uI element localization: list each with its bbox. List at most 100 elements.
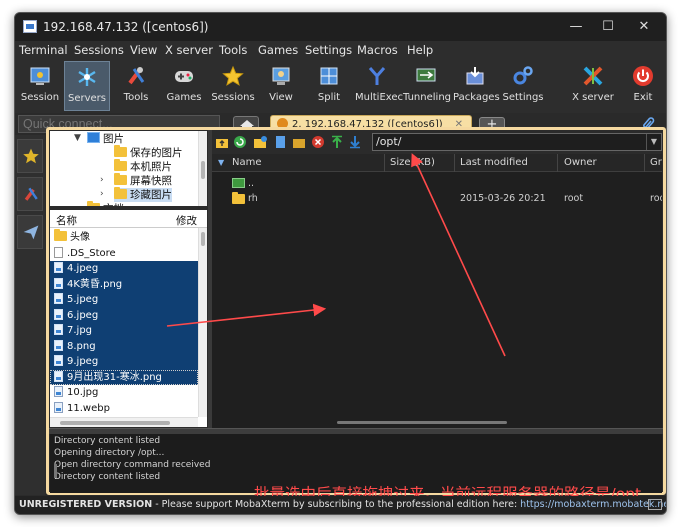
file-icon bbox=[54, 401, 63, 413]
local-file-row[interactable]: 8.png bbox=[50, 338, 198, 354]
menu-sessions[interactable]: Sessions bbox=[74, 43, 124, 57]
local-file-row[interactable]: 4.jpeg bbox=[50, 261, 198, 277]
column-name-header[interactable]: Name bbox=[232, 157, 262, 168]
app-logo-icon bbox=[23, 20, 37, 33]
file-icon bbox=[54, 355, 63, 366]
view-label: View bbox=[269, 92, 293, 103]
local-file-row[interactable]: 头像 bbox=[50, 229, 198, 246]
remote-list-hscrollbar[interactable] bbox=[212, 418, 662, 426]
sidetab-sftp[interactable] bbox=[17, 215, 43, 249]
local-file-row[interactable]: .DS_Store bbox=[50, 246, 198, 262]
new-folder-icon[interactable] bbox=[253, 135, 267, 149]
log-line: Open directory command received bbox=[54, 460, 211, 470]
tools-button[interactable]: Tools bbox=[114, 61, 158, 111]
tree-item-pictures[interactable]: 图片 bbox=[87, 132, 124, 146]
tree-item-screenshots[interactable]: 屏幕快照 bbox=[114, 173, 172, 188]
remote-row-rh[interactable]: rh 2015-03-26 20:21 root root bbox=[212, 191, 662, 207]
local-file-row[interactable]: 7.jpg bbox=[50, 323, 198, 339]
file-name: 9月出现31-寒冰.png bbox=[67, 371, 162, 383]
column-group-header[interactable]: Gro bbox=[650, 157, 662, 168]
sidetab-sessions[interactable] bbox=[17, 139, 43, 173]
folder-icon[interactable] bbox=[292, 135, 306, 149]
games-button[interactable]: Games bbox=[162, 61, 206, 111]
tree-scrollbar[interactable] bbox=[198, 131, 207, 206]
remote-path-value: /opt/ bbox=[376, 135, 402, 148]
column-owner-header[interactable]: Owner bbox=[564, 157, 597, 168]
menu-bar: Terminal Sessions View X server Tools Ga… bbox=[15, 41, 666, 61]
view-button[interactable]: View bbox=[261, 61, 301, 111]
delete-icon[interactable] bbox=[311, 135, 325, 149]
local-file-row[interactable]: 9月出现31-寒冰.png bbox=[50, 369, 198, 385]
packages-button[interactable]: Packages bbox=[453, 61, 500, 111]
refresh-icon[interactable] bbox=[233, 135, 247, 149]
local-list-hscrollbar[interactable] bbox=[50, 417, 198, 427]
menu-macros[interactable]: Macros bbox=[357, 43, 398, 57]
x-server-button[interactable]: X server bbox=[570, 61, 616, 111]
minimize-button[interactable]: — bbox=[561, 17, 591, 37]
file-icon bbox=[54, 246, 63, 258]
exit-button[interactable]: Exit bbox=[623, 61, 663, 111]
tree-item-saved-pictures[interactable]: 保存的图片 bbox=[114, 145, 183, 160]
remote-path-input[interactable]: /opt/ ▼ bbox=[372, 133, 662, 151]
tree-item-favorites[interactable]: 珍藏图片 bbox=[114, 187, 172, 202]
monitor-icon[interactable] bbox=[648, 499, 662, 510]
local-file-row[interactable]: 5.jpeg bbox=[50, 292, 198, 308]
local-file-row[interactable]: 10.jpg bbox=[50, 385, 198, 401]
log-line: Opening directory /opt... bbox=[54, 448, 165, 458]
tree-item-documents[interactable]: 文档 bbox=[87, 201, 124, 206]
remote-file-list: ▼ Name Size (KB) Last modified Owner Gro… bbox=[212, 154, 662, 428]
settings-label: Settings bbox=[502, 92, 544, 103]
file-icon bbox=[54, 386, 63, 397]
session-button[interactable]: Session bbox=[18, 61, 62, 111]
chevron-down-icon[interactable]: ▼ bbox=[646, 134, 661, 150]
multiexec-button[interactable]: MultiExec bbox=[355, 61, 403, 111]
session-icon bbox=[30, 67, 50, 85]
star-icon bbox=[222, 65, 244, 86]
sessions-button[interactable]: Sessions bbox=[211, 61, 255, 111]
menu-help[interactable]: Help bbox=[407, 43, 433, 57]
sidetab-tools[interactable] bbox=[17, 177, 43, 211]
local-list-scrollbar[interactable] bbox=[198, 228, 207, 417]
file-name: 4K黄昏.png bbox=[67, 278, 123, 290]
menu-terminal[interactable]: Terminal bbox=[19, 43, 68, 57]
menu-tools[interactable]: Tools bbox=[219, 43, 247, 57]
servers-button[interactable]: Servers bbox=[64, 61, 110, 111]
local-file-row[interactable]: 11.webp bbox=[50, 401, 198, 417]
local-file-row[interactable]: 6.jpeg bbox=[50, 307, 198, 323]
games-label: Games bbox=[166, 92, 202, 103]
menu-x-server[interactable]: X server bbox=[165, 43, 213, 57]
download-icon[interactable] bbox=[348, 135, 362, 149]
column-size-header[interactable]: Size (KB) bbox=[390, 157, 435, 168]
new-file-icon[interactable] bbox=[273, 135, 287, 149]
parent-folder-icon[interactable] bbox=[215, 135, 229, 149]
tunneling-button[interactable]: Tunneling bbox=[403, 61, 451, 111]
send-icon bbox=[23, 225, 39, 240]
menu-games[interactable]: Games bbox=[258, 43, 298, 57]
view-icon bbox=[272, 67, 290, 85]
file-icon bbox=[54, 293, 63, 304]
column-modified-header[interactable]: Last modified bbox=[460, 157, 528, 168]
remote-list-header: ▼ Name Size (KB) Last modified Owner Gro bbox=[212, 154, 662, 172]
local-file-row[interactable]: 4K黄昏.png bbox=[50, 276, 198, 292]
column-modified-header[interactable]: 修改 bbox=[176, 213, 197, 228]
tools-label: Tools bbox=[123, 92, 149, 103]
multiexec-icon bbox=[368, 67, 386, 85]
maximize-button[interactable]: ☐ bbox=[593, 17, 623, 37]
settings-button[interactable]: Settings bbox=[501, 61, 545, 111]
file-icon bbox=[54, 324, 63, 335]
status-message: - Please support MobaXterm by subscribin… bbox=[152, 499, 521, 510]
split-button[interactable]: Split bbox=[309, 61, 349, 111]
remote-row-parent[interactable]: .. bbox=[212, 176, 662, 192]
tree-item-local-photos[interactable]: 本机照片 bbox=[114, 159, 172, 174]
log-scrollbar[interactable] bbox=[54, 464, 57, 478]
file-name: .DS_Store bbox=[67, 247, 116, 259]
column-name-header[interactable]: 名称 bbox=[56, 213, 77, 228]
sort-arrow-icon: ▼ bbox=[218, 158, 225, 167]
close-button[interactable]: ✕ bbox=[629, 17, 659, 37]
menu-view[interactable]: View bbox=[130, 43, 157, 57]
menu-settings[interactable]: Settings bbox=[305, 43, 352, 57]
packages-label: Packages bbox=[453, 92, 500, 103]
subscribe-link[interactable]: https://mobaxterm.mobatek.net bbox=[520, 499, 666, 510]
local-file-row[interactable]: 9.jpeg bbox=[50, 354, 198, 370]
upload-icon[interactable] bbox=[330, 135, 344, 149]
